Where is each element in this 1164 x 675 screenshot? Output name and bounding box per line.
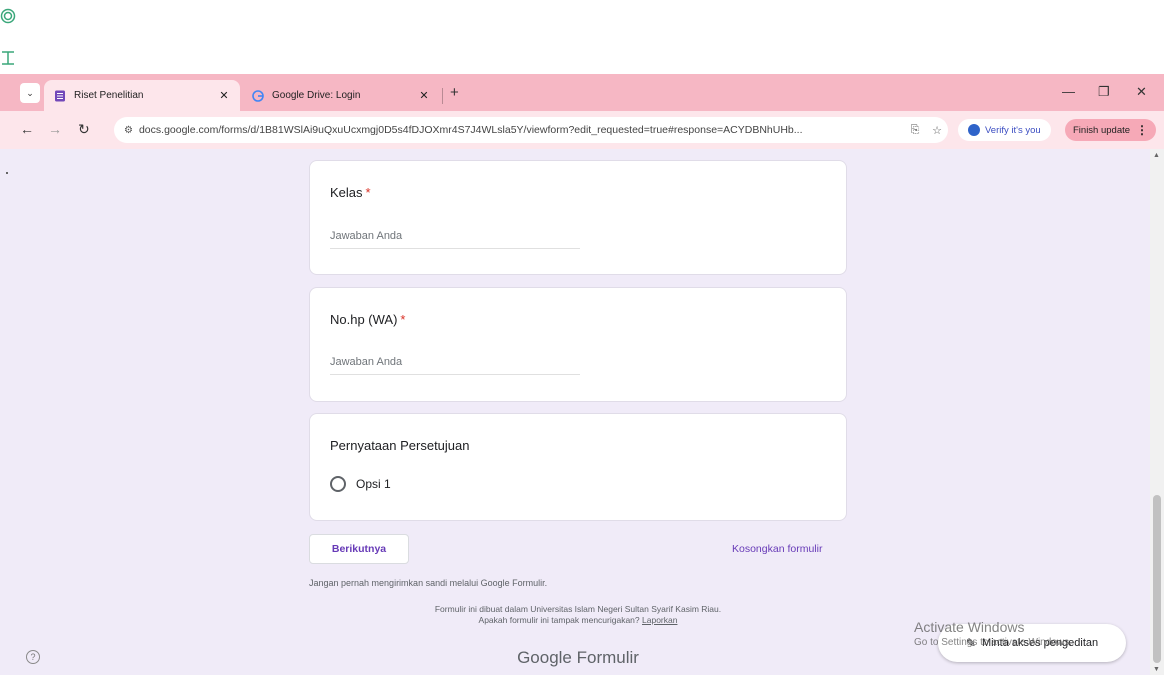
circle-app-icon[interactable] <box>0 8 16 24</box>
text-cursor-icon[interactable] <box>0 50 16 66</box>
finish-update-button[interactable]: Finish update ⋮ <box>1065 119 1157 141</box>
finish-update-label: Finish update <box>1073 124 1131 136</box>
scroll-thumb[interactable] <box>1153 495 1161 663</box>
verify-profile-button[interactable]: Verify it's you <box>958 119 1051 141</box>
tab-bar: ⌄ Riset Penelitian ✕ Google Drive: Login… <box>0 74 1164 111</box>
forward-icon[interactable]: → <box>48 121 62 137</box>
google-icon <box>252 89 264 102</box>
report-link[interactable]: Laporkan <box>642 615 677 625</box>
tab-google-drive-login[interactable]: Google Drive: Login ✕ <box>240 80 440 111</box>
next-button[interactable]: Berikutnya <box>309 534 409 564</box>
bookmark-star-icon[interactable]: ☆ <box>926 124 948 137</box>
tab-label: Google Drive: Login <box>272 90 361 101</box>
scroll-up-icon[interactable]: ▲ <box>1153 152 1160 159</box>
activate-windows-title: Activate Windows <box>914 619 1025 635</box>
google-forms-logo: Google Formulir <box>517 648 639 667</box>
tab-search-button[interactable]: ⌄ <box>20 83 40 103</box>
desktop-strip <box>0 0 1164 74</box>
footer-origin-text: Formulir ini dibuat dalam Universitas Is… <box>434 604 722 614</box>
question-title-text: Kelas <box>330 185 363 200</box>
scroll-down-icon[interactable]: ▼ <box>1153 666 1160 673</box>
page-dot <box>6 172 8 174</box>
site-info-icon[interactable]: ⚙ <box>124 125 133 136</box>
address-bar[interactable]: ⚙ docs.google.com/forms/d/1B81WSlAi9uQxu… <box>114 117 948 143</box>
password-warning: Jangan pernah mengirimkan sandi melalui … <box>309 578 548 588</box>
tab-close-icon[interactable]: ✕ <box>416 89 432 102</box>
tab-close-icon[interactable]: ✕ <box>216 89 232 102</box>
activate-windows-subtitle: Go to Settings to activate Windows. <box>914 637 1072 648</box>
minimize-icon[interactable]: — <box>1062 84 1075 99</box>
footer-suspicious-line: Apakah formulir ini tampak mencurigakan?… <box>309 615 847 626</box>
profile-avatar-icon <box>968 124 980 136</box>
question-title: Kelas * <box>330 185 371 200</box>
new-tab-button[interactable]: + <box>450 84 459 101</box>
answer-input-kelas[interactable]: Jawaban Anda <box>330 230 580 249</box>
chevron-down-icon: ⌄ <box>26 87 34 98</box>
tab-label: Riset Penelitian <box>74 90 144 101</box>
activate-windows-watermark: Activate Windows Go to Settings to activ… <box>914 619 1072 648</box>
answer-input-nohp[interactable]: Jawaban Anda <box>330 356 580 375</box>
reload-icon[interactable]: ↻ <box>78 121 90 138</box>
clear-form-link[interactable]: Kosongkan formulir <box>732 543 822 555</box>
form-footer: Formulir ini dibuat dalam Universitas Is… <box>309 604 847 626</box>
question-title: No.hp (WA) * <box>330 312 405 327</box>
help-icon[interactable]: ? <box>26 650 40 664</box>
browser-toolbar: ← → ↻ ⚙ docs.google.com/forms/d/1B81WSlA… <box>0 111 1164 149</box>
required-asterisk: * <box>400 312 406 327</box>
tab-divider <box>442 88 443 104</box>
radio-option-label: Opsi 1 <box>356 477 391 491</box>
tab-riset-penelitian[interactable]: Riset Penelitian ✕ <box>44 80 240 111</box>
translate-icon[interactable]: ⎘ <box>904 124 926 137</box>
radio-option-1[interactable]: Opsi 1 <box>330 476 391 492</box>
question-card-kelas: Kelas * Jawaban Anda <box>309 160 847 275</box>
forms-icon <box>54 90 66 102</box>
required-asterisk: * <box>365 185 371 200</box>
back-icon[interactable]: ← <box>20 121 34 137</box>
menu-dots-icon[interactable]: ⋮ <box>1136 123 1148 137</box>
page-scrollbar[interactable]: ▲ ▼ <box>1150 149 1164 675</box>
question-title-text: No.hp (WA) <box>330 312 398 327</box>
question-card-nohp: No.hp (WA) * Jawaban Anda <box>309 287 847 402</box>
radio-button[interactable] <box>330 476 346 492</box>
footer-suspicious-text: Apakah formulir ini tampak mencurigakan? <box>478 615 640 625</box>
question-card-consent: Pernyataan Persetujuan Opsi 1 <box>309 413 847 521</box>
verify-label: Verify it's you <box>985 124 1041 136</box>
window-close-icon[interactable]: ✕ <box>1136 84 1147 100</box>
url-text[interactable]: docs.google.com/forms/d/1B81WSlAi9uQxuUc… <box>139 124 904 136</box>
question-title: Pernyataan Persetujuan <box>330 438 470 453</box>
restore-icon[interactable]: ❐ <box>1098 84 1110 100</box>
